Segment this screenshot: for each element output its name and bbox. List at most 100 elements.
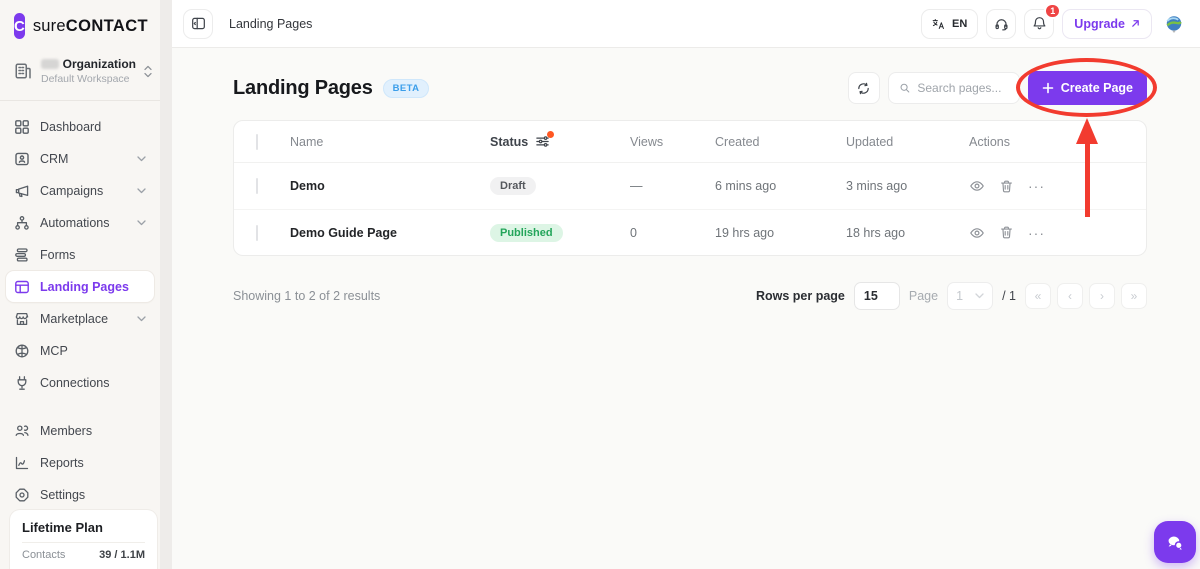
refresh-button[interactable] bbox=[847, 72, 880, 104]
sidebar: C sureCONTACT Organization Default Works… bbox=[0, 0, 160, 569]
forms-icon bbox=[15, 247, 28, 262]
campaigns-icon bbox=[15, 185, 29, 197]
beta-badge: BETA bbox=[382, 78, 430, 98]
chevron-down-icon bbox=[137, 187, 146, 194]
automations-icon bbox=[15, 215, 29, 230]
create-page-button[interactable]: Create Page bbox=[1027, 71, 1147, 105]
mcp-icon bbox=[15, 344, 29, 357]
previous-page-button[interactable]: ‹ bbox=[1057, 283, 1083, 309]
plan-divider bbox=[22, 542, 145, 543]
sidebar-item-campaigns[interactable]: Campaigns bbox=[6, 175, 154, 206]
sidebar-item-forms[interactable]: Forms bbox=[6, 239, 154, 270]
preview-eye-icon[interactable] bbox=[969, 178, 985, 194]
page-select[interactable]: 1 bbox=[947, 282, 994, 310]
app: C sureCONTACT Organization Default Works… bbox=[0, 0, 1200, 569]
gear-icon bbox=[15, 488, 29, 501]
plan-title: Lifetime Plan bbox=[22, 520, 103, 535]
column-header-actions: Actions bbox=[969, 134, 1010, 149]
brand-logo: C sureCONTACT bbox=[0, 0, 160, 39]
views-value: 0 bbox=[630, 225, 637, 240]
page-name[interactable]: Demo Guide Page bbox=[290, 226, 490, 240]
organization-switcher[interactable]: Organization Default Workspace bbox=[13, 57, 152, 85]
search-box bbox=[887, 72, 1020, 104]
dashboard-icon bbox=[15, 119, 29, 134]
first-page-button[interactable]: « bbox=[1025, 283, 1051, 309]
page-select-value: 1 bbox=[956, 289, 964, 303]
views-value: — bbox=[630, 179, 643, 193]
sidebar-item-dashboard[interactable]: Dashboard bbox=[6, 111, 154, 142]
column-header-name[interactable]: Name bbox=[290, 135, 490, 149]
preview-eye-icon[interactable] bbox=[969, 225, 985, 241]
next-page-button[interactable]: › bbox=[1089, 283, 1115, 309]
total-pages-label: / 1 bbox=[1002, 289, 1016, 303]
plan-usage-value: 39 / 1.1M bbox=[99, 549, 145, 561]
column-header-views[interactable]: Views bbox=[630, 135, 715, 149]
search-icon bbox=[900, 83, 910, 93]
pages-table: Name Status Views Created Updated Action… bbox=[233, 120, 1147, 256]
sidebar-item-crm[interactable]: CRM bbox=[6, 143, 154, 174]
last-page-button[interactable]: » bbox=[1121, 283, 1147, 309]
row-checkbox[interactable] bbox=[256, 224, 258, 241]
workspace-name: Default Workspace bbox=[41, 73, 130, 85]
more-actions-button[interactable]: ··· bbox=[1028, 226, 1045, 240]
plan-usage-row: Contacts 39 / 1.1M bbox=[22, 549, 145, 561]
browser-extension-icon[interactable] bbox=[1164, 14, 1184, 34]
table-row: Demo Guide Page Published 0 19 hrs ago 1… bbox=[234, 209, 1146, 255]
select-all-checkbox[interactable] bbox=[256, 133, 258, 150]
plan-card: Lifetime Plan Contacts 39 / 1.1M bbox=[10, 510, 157, 569]
filter-active-dot bbox=[547, 131, 555, 138]
chevron-down-icon bbox=[137, 315, 146, 322]
sidebar-item-landing-pages[interactable]: Landing Pages bbox=[6, 271, 154, 302]
row-checkbox[interactable] bbox=[256, 178, 258, 194]
page-label: Page bbox=[908, 289, 939, 303]
results-summary: Showing 1 to 2 of 2 results bbox=[233, 289, 381, 303]
headset-icon bbox=[995, 19, 1008, 31]
brand-name: sureCONTACT bbox=[32, 16, 148, 35]
sidebar-nav: Dashboard CRM Campaigns Automations Form… bbox=[0, 101, 160, 511]
sidebar-item-settings[interactable]: Settings bbox=[6, 479, 154, 510]
upgrade-label: Upgrade bbox=[1074, 16, 1125, 31]
upgrade-button[interactable]: Upgrade bbox=[1062, 8, 1152, 39]
translate-icon bbox=[932, 18, 944, 29]
sidebar-toggle-button[interactable] bbox=[183, 8, 213, 39]
chevron-down-icon bbox=[137, 219, 146, 226]
chevron-down-icon bbox=[137, 155, 146, 162]
marketplace-icon bbox=[15, 312, 29, 325]
reports-icon bbox=[15, 456, 29, 469]
updated-value: 3 mins ago bbox=[846, 179, 908, 193]
main-area: Landing Pages EN 1 Upgrade Landing Pages… bbox=[172, 0, 1200, 569]
landing-pages-icon bbox=[15, 280, 29, 293]
delete-trash-icon[interactable] bbox=[999, 179, 1014, 194]
delete-trash-icon[interactable] bbox=[999, 225, 1014, 240]
bell-icon bbox=[1033, 17, 1046, 30]
language-selector[interactable]: EN bbox=[921, 8, 979, 39]
column-header-status[interactable]: Status bbox=[490, 135, 528, 149]
rows-per-page-input[interactable] bbox=[853, 282, 900, 310]
plus-icon bbox=[1042, 82, 1054, 94]
brand-logo-icon: C bbox=[14, 13, 25, 39]
sidebar-item-members[interactable]: Members bbox=[6, 415, 154, 446]
pagination: « ‹ › » bbox=[1025, 283, 1147, 309]
column-header-created[interactable]: Created bbox=[715, 135, 846, 149]
more-actions-button[interactable]: ··· bbox=[1028, 179, 1045, 193]
support-button[interactable] bbox=[986, 8, 1017, 39]
breadcrumb: Landing Pages bbox=[229, 16, 313, 31]
chevron-up-down-icon bbox=[144, 65, 152, 78]
search-input[interactable] bbox=[917, 81, 1009, 95]
sidebar-item-automations[interactable]: Automations bbox=[6, 207, 154, 238]
status-filter-button[interactable] bbox=[535, 131, 555, 149]
chat-widget-button[interactable] bbox=[1154, 521, 1196, 563]
page-name[interactable]: Demo bbox=[290, 179, 490, 193]
notification-badge: 1 bbox=[1044, 2, 1062, 19]
updated-value: 18 hrs ago bbox=[846, 225, 906, 240]
create-page-label: Create Page bbox=[1060, 81, 1133, 95]
chevron-down-icon bbox=[975, 293, 984, 299]
sidebar-item-mcp[interactable]: MCP bbox=[6, 335, 154, 366]
members-icon bbox=[15, 424, 29, 436]
sidebar-item-reports[interactable]: Reports bbox=[6, 447, 154, 478]
sidebar-item-marketplace[interactable]: Marketplace bbox=[6, 303, 154, 334]
column-header-updated[interactable]: Updated bbox=[846, 135, 969, 149]
sidebar-item-connections[interactable]: Connections bbox=[6, 367, 154, 398]
external-arrow-icon bbox=[1132, 20, 1139, 27]
chat-bubbles-icon bbox=[1168, 536, 1183, 550]
